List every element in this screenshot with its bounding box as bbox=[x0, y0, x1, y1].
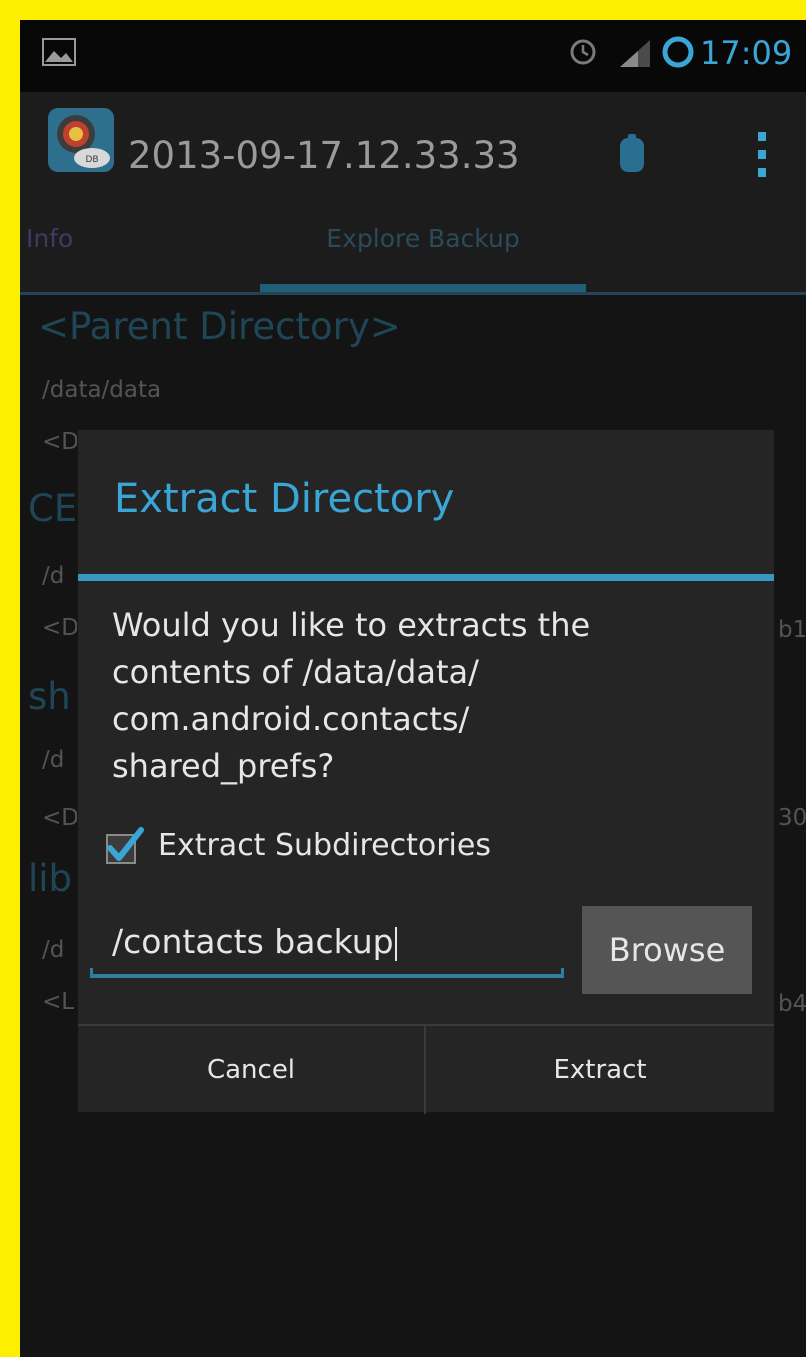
phone-screen: 17:09 DB 2013-09-17.12.33.33 Info Explor… bbox=[20, 20, 806, 1357]
tab-bar: Info Explore Backup bbox=[20, 202, 806, 295]
dialog-title-divider bbox=[78, 574, 774, 581]
path-input-value: /contacts backup bbox=[112, 922, 394, 961]
dialog-message: Would you like to extracts the contents … bbox=[112, 606, 591, 785]
checkbox-label: Extract Subdirectories bbox=[158, 828, 491, 863]
cancel-button[interactable]: Cancel bbox=[78, 1026, 426, 1114]
overflow-menu-icon[interactable] bbox=[754, 128, 770, 182]
list-item-type: <L bbox=[42, 989, 75, 1015]
list-item-parent-directory[interactable]: <Parent Directory> bbox=[38, 305, 401, 348]
svg-text:DB: DB bbox=[85, 155, 98, 165]
list-item-path: /d bbox=[42, 563, 65, 589]
input-underline bbox=[90, 968, 564, 978]
list-item-date: b1 bbox=[778, 617, 806, 643]
path-input-value-wrapper: /contacts backup bbox=[112, 922, 397, 961]
signal-icon bbox=[620, 40, 650, 67]
list-item-path: /d bbox=[42, 747, 65, 773]
list-item-heading[interactable]: sh bbox=[28, 675, 71, 718]
list-item-heading[interactable]: CE bbox=[28, 487, 77, 530]
gallery-icon bbox=[42, 38, 76, 66]
extract-directory-dialog: Extract Directory Would you like to extr… bbox=[78, 430, 774, 1114]
sync-icon bbox=[662, 36, 694, 68]
list-item-path: /data/data bbox=[42, 377, 162, 403]
bookmark-icon[interactable] bbox=[616, 132, 650, 178]
list-item-path: /d bbox=[42, 937, 65, 963]
backup-title: 2013-09-17.12.33.33 bbox=[128, 134, 520, 177]
status-bar: 17:09 bbox=[20, 20, 806, 92]
list-item-date: b4 bbox=[778, 991, 806, 1017]
list-item-type: <D bbox=[42, 615, 79, 641]
status-time: 17:09 bbox=[700, 34, 793, 72]
checkmark-icon[interactable] bbox=[104, 826, 144, 866]
app-icon[interactable]: DB bbox=[46, 104, 118, 176]
action-bar: DB 2013-09-17.12.33.33 bbox=[20, 92, 806, 202]
tab-info[interactable]: Info bbox=[26, 224, 73, 253]
dialog-title: Extract Directory bbox=[114, 476, 455, 522]
list-item-type: <D bbox=[42, 805, 79, 831]
text-cursor bbox=[394, 926, 397, 961]
destination-path-input[interactable]: /contacts backup bbox=[90, 910, 564, 980]
list-item-date: 30 bbox=[778, 805, 806, 831]
alarm-icon bbox=[570, 39, 596, 65]
dialog-button-bar: Cancel Extract bbox=[78, 1024, 774, 1114]
extract-button[interactable]: Extract bbox=[426, 1026, 774, 1114]
browse-button[interactable]: Browse bbox=[582, 906, 752, 994]
tab-explore-backup[interactable]: Explore Backup bbox=[260, 202, 586, 292]
list-item-heading[interactable]: lib bbox=[28, 857, 72, 900]
